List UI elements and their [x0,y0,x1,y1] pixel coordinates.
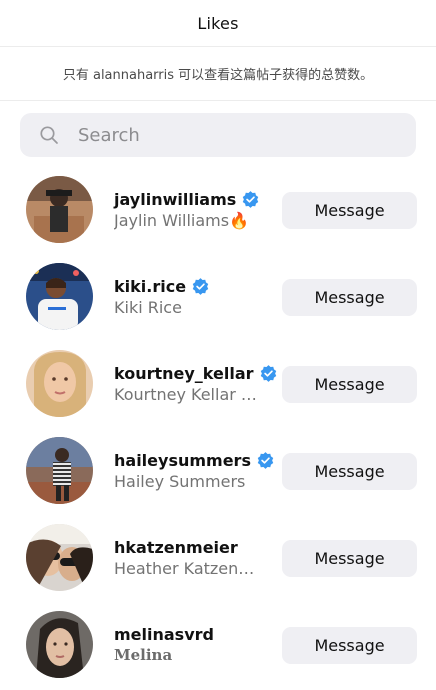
verified-badge-icon [242,190,259,208]
search-icon [38,124,60,146]
user-info: kiki.rice Kiki Rice [114,275,274,317]
user-info: kourtney_kellar Kourtney Kellar H... [114,362,277,404]
verified-badge-icon [260,364,277,382]
user-info: jaylinwilliams Jaylin Williams🔥 [114,188,274,230]
list-item[interactable]: haileysummers Hailey Summers Message [0,427,436,515]
full-name: Melina [114,646,173,664]
list-item[interactable]: hkatzenmeier Heather Katzenm... Message [0,514,436,602]
message-button[interactable]: Message [282,192,417,229]
search-input[interactable] [78,124,378,146]
message-button[interactable]: Message [282,366,417,403]
message-button[interactable]: Message [282,627,417,664]
avatar[interactable] [26,437,93,504]
full-name: Hailey Summers [114,472,246,491]
user-info: haileysummers Hailey Summers [114,449,274,491]
fire-emoji: 🔥 [229,211,250,230]
avatar[interactable] [26,524,93,591]
full-name: Jaylin Williams🔥 [114,211,250,230]
verified-badge-icon [257,451,274,469]
full-name: Kiki Rice [114,298,182,317]
avatar[interactable] [26,263,93,330]
list-item[interactable]: kourtney_kellar Kourtney Kellar H... Mes… [0,340,436,428]
avatar[interactable] [26,176,93,243]
user-info: melinasvrd Melina [114,623,274,665]
username[interactable]: jaylinwilliams [114,190,236,209]
page-title: Likes [197,13,239,33]
message-button[interactable]: Message [282,540,417,577]
likes-privacy-notice: 只有 alannaharris 可以查看这篇帖子获得的总赞数。 [0,47,436,101]
username[interactable]: haileysummers [114,451,251,470]
verified-badge-icon [192,277,209,295]
avatar[interactable] [26,350,93,417]
message-button[interactable]: Message [282,279,417,316]
username[interactable]: hkatzenmeier [114,538,238,557]
username[interactable]: kiki.rice [114,277,186,296]
username[interactable]: melinasvrd [114,625,214,644]
list-item[interactable]: kiki.rice Kiki Rice Message [0,253,436,341]
username[interactable]: kourtney_kellar [114,364,254,383]
notice-text: 只有 alannaharris 可以查看这篇帖子获得的总赞数。 [62,68,374,83]
avatar[interactable] [26,611,93,678]
likes-header: Likes [0,0,436,47]
list-item[interactable]: melinasvrd Melina Message [0,601,436,689]
search-bar[interactable] [20,113,416,157]
message-button[interactable]: Message [282,453,417,490]
user-info: hkatzenmeier Heather Katzenm... [114,536,274,579]
list-item[interactable]: jaylinwilliams Jaylin Williams🔥 Message [0,166,436,254]
search-container [0,101,436,157]
full-name: Heather Katzenm... [114,559,264,578]
full-name: Kourtney Kellar H... [114,385,264,404]
